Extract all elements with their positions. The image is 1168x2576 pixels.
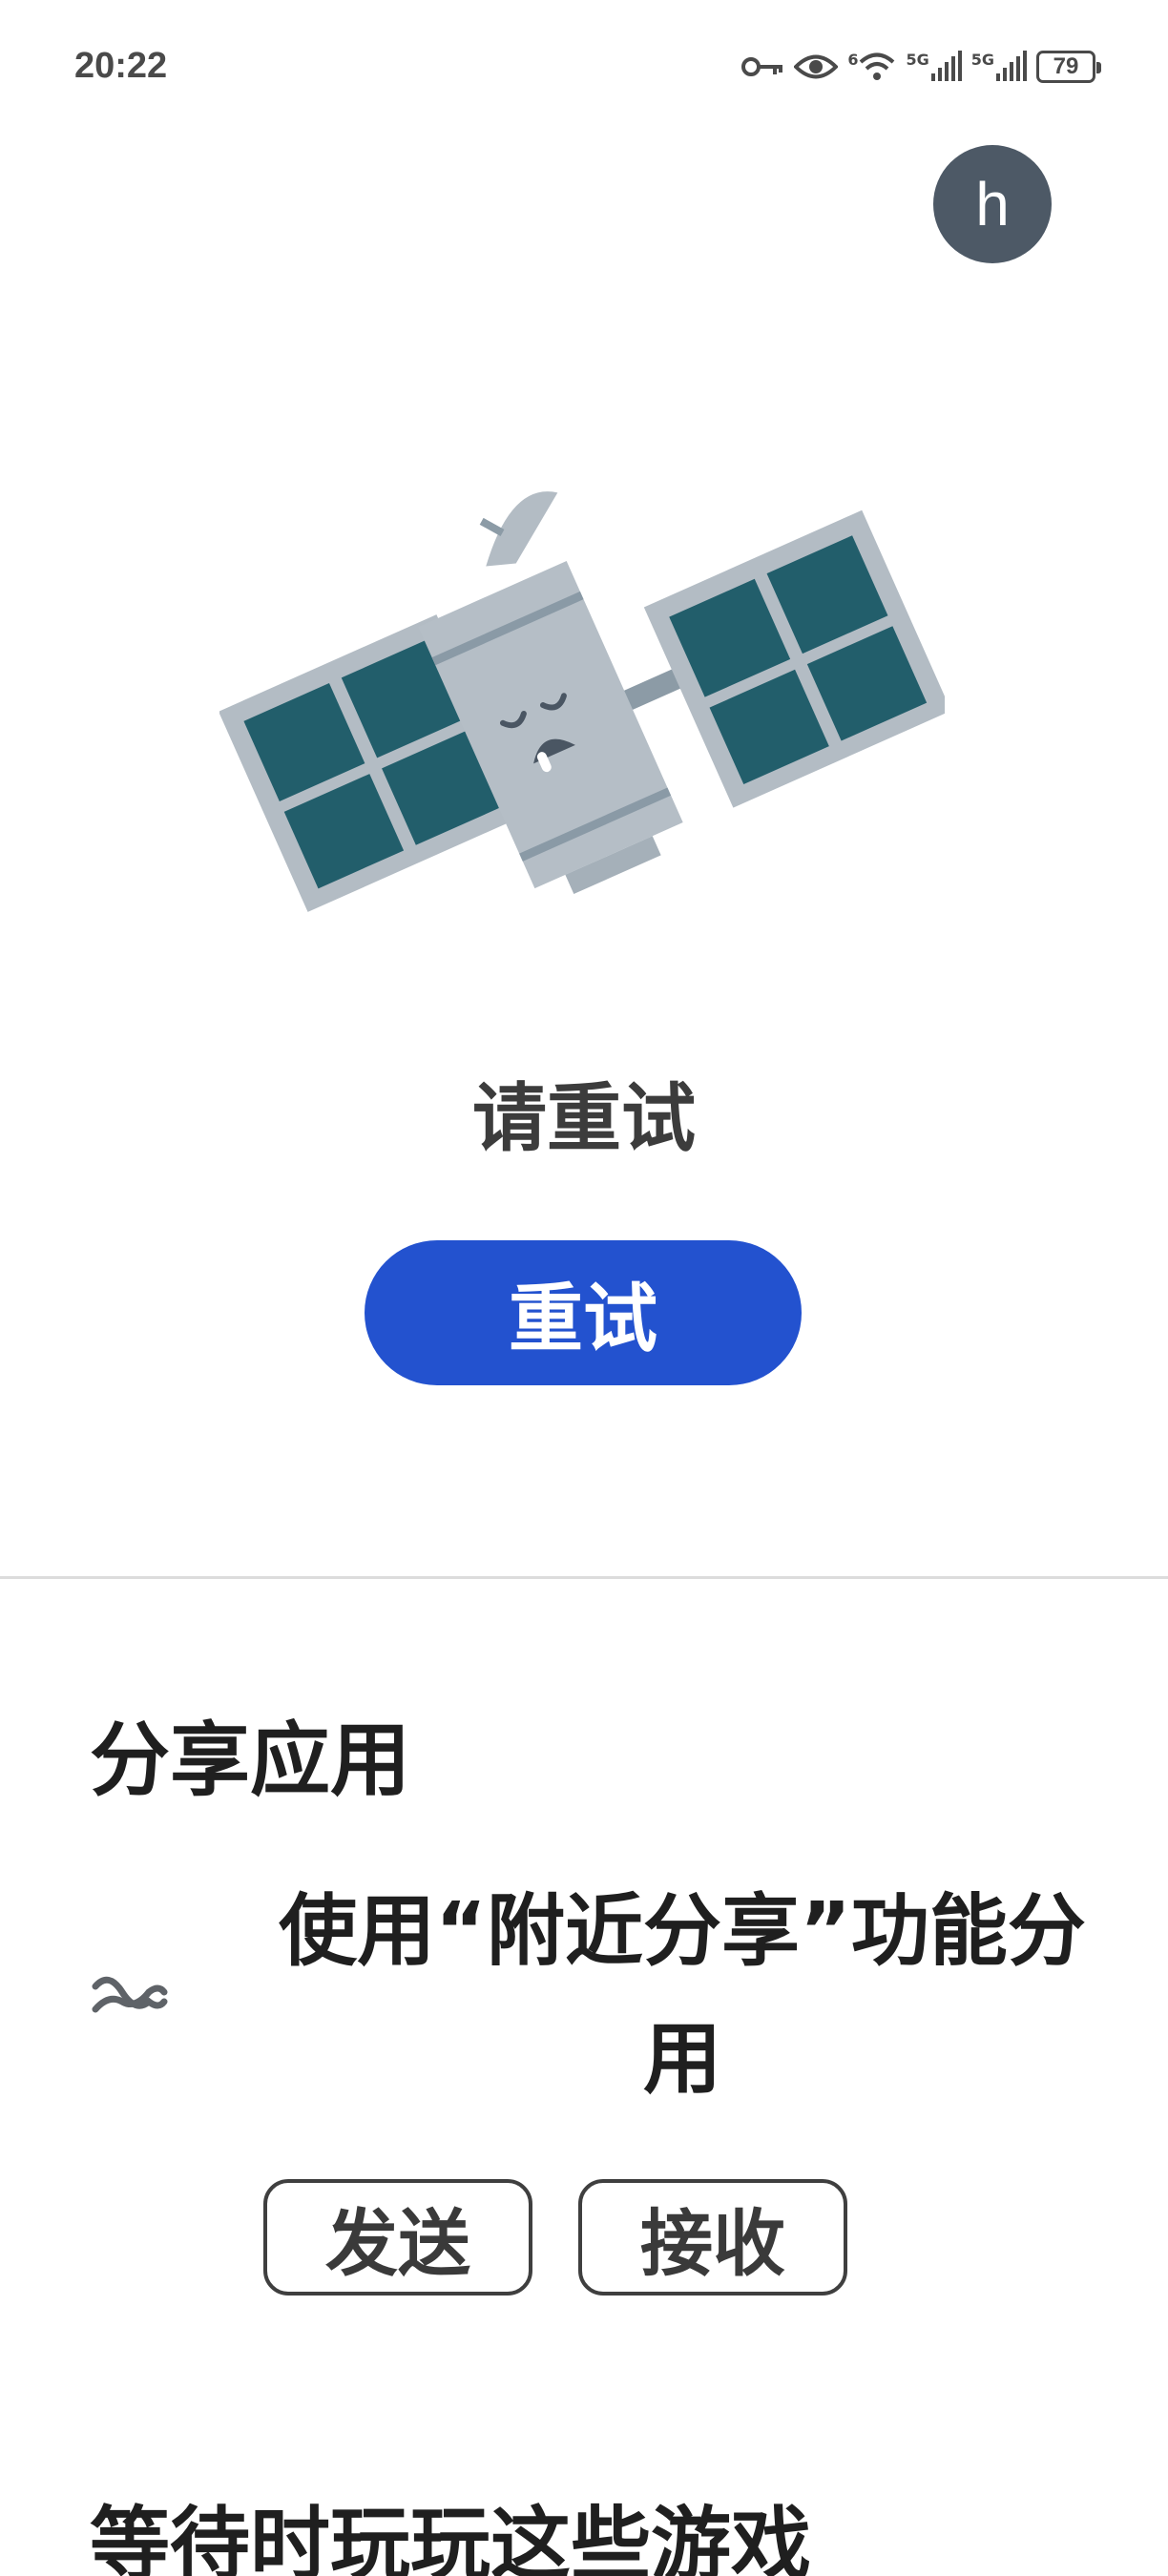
battery-level: 79 <box>1053 53 1079 79</box>
nearby-share-icon <box>92 1976 168 2013</box>
wifi-band-label: 6 <box>847 51 859 69</box>
status-icons: 6 5G 5G 79 <box>740 44 1101 90</box>
key-icon <box>740 53 784 80</box>
wifi-icon: 6 <box>847 51 896 83</box>
status-bar: 20:22 6 5G 5G 79 <box>0 0 1168 134</box>
network-type-label: 5G <box>970 51 994 69</box>
sad-satellite-illustration <box>219 491 945 912</box>
share-description: 使用“附近分享”功能分用 <box>279 1886 1086 2105</box>
share-app-title: 分享应用 <box>90 1714 411 1807</box>
status-time: 20:22 <box>74 46 168 86</box>
avatar-letter: h <box>975 170 1010 239</box>
receive-button[interactable]: 接收 <box>578 2179 847 2296</box>
network-type-label: 5G <box>906 51 929 69</box>
games-section-title: 等待时玩玩这些游戏 <box>90 2498 812 2576</box>
signal-5g-icon: 5G <box>906 51 962 83</box>
signal-5g-icon: 5G <box>971 51 1027 83</box>
eye-icon <box>794 52 839 81</box>
account-avatar[interactable]: h <box>933 145 1052 263</box>
send-button[interactable]: 发送 <box>263 2179 532 2296</box>
section-divider <box>0 1576 1168 1579</box>
error-message: 请重试 <box>471 1076 696 1162</box>
retry-button[interactable]: 重试 <box>365 1240 802 1385</box>
battery-icon: 79 <box>1036 51 1101 83</box>
